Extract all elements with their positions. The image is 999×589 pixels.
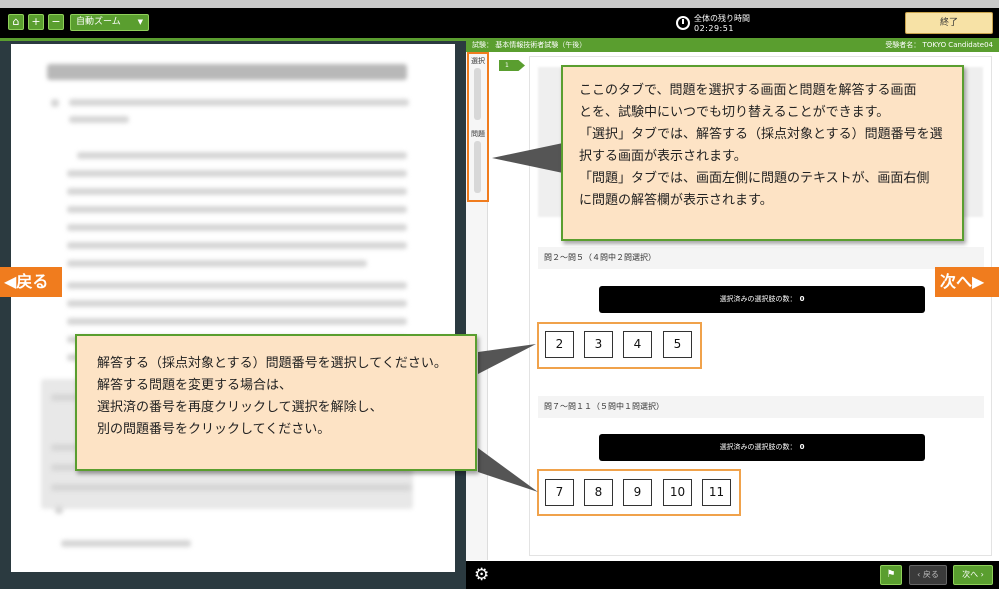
callout-pointer-bottom-upper (478, 344, 536, 374)
callout-line: 解答する（採点対象とする）問題番号を選択してください。 (97, 356, 447, 371)
callout-tab-help: ここのタブで、問題を選択する画面と問題を解答する画面 とを、試験中にいつでも切り… (561, 65, 964, 241)
callout-pointer-bottom-lower (478, 448, 538, 492)
callout-line: 択する画面が表示されます。 (579, 149, 747, 164)
callout-line: 「選択」タブでは、解答する（採点対象とする）問題番号を選 (579, 127, 943, 142)
callout-line: 選択済の番号を再度クリックして選択を解除し、 (97, 400, 383, 415)
callout-line: に問題の解答欄が表示されます。 (579, 193, 773, 208)
callout-line: 「問題」タブでは、画面左側に問題のテキストが、画面右側 (579, 171, 930, 186)
callout-line: 別の問題番号をクリックしてください。 (97, 422, 331, 437)
callout-line: 解答する問題を変更する場合は、 (97, 378, 293, 393)
exam-app: ⌂ + − 自動ズーム ▼ 全体の残り時間 02:29:51 終了 試験： 基本… (0, 0, 999, 589)
callout-pointer-top (492, 143, 563, 173)
callout-line: とを、試験中にいつでも切り替えることができます。 (579, 105, 890, 120)
callout-selection-help: 解答する（採点対象とする）問題番号を選択してください。 解答する問題を変更する場… (75, 334, 477, 471)
callout-line: ここのタブで、問題を選択する画面と問題を解答する画面 (579, 83, 917, 98)
